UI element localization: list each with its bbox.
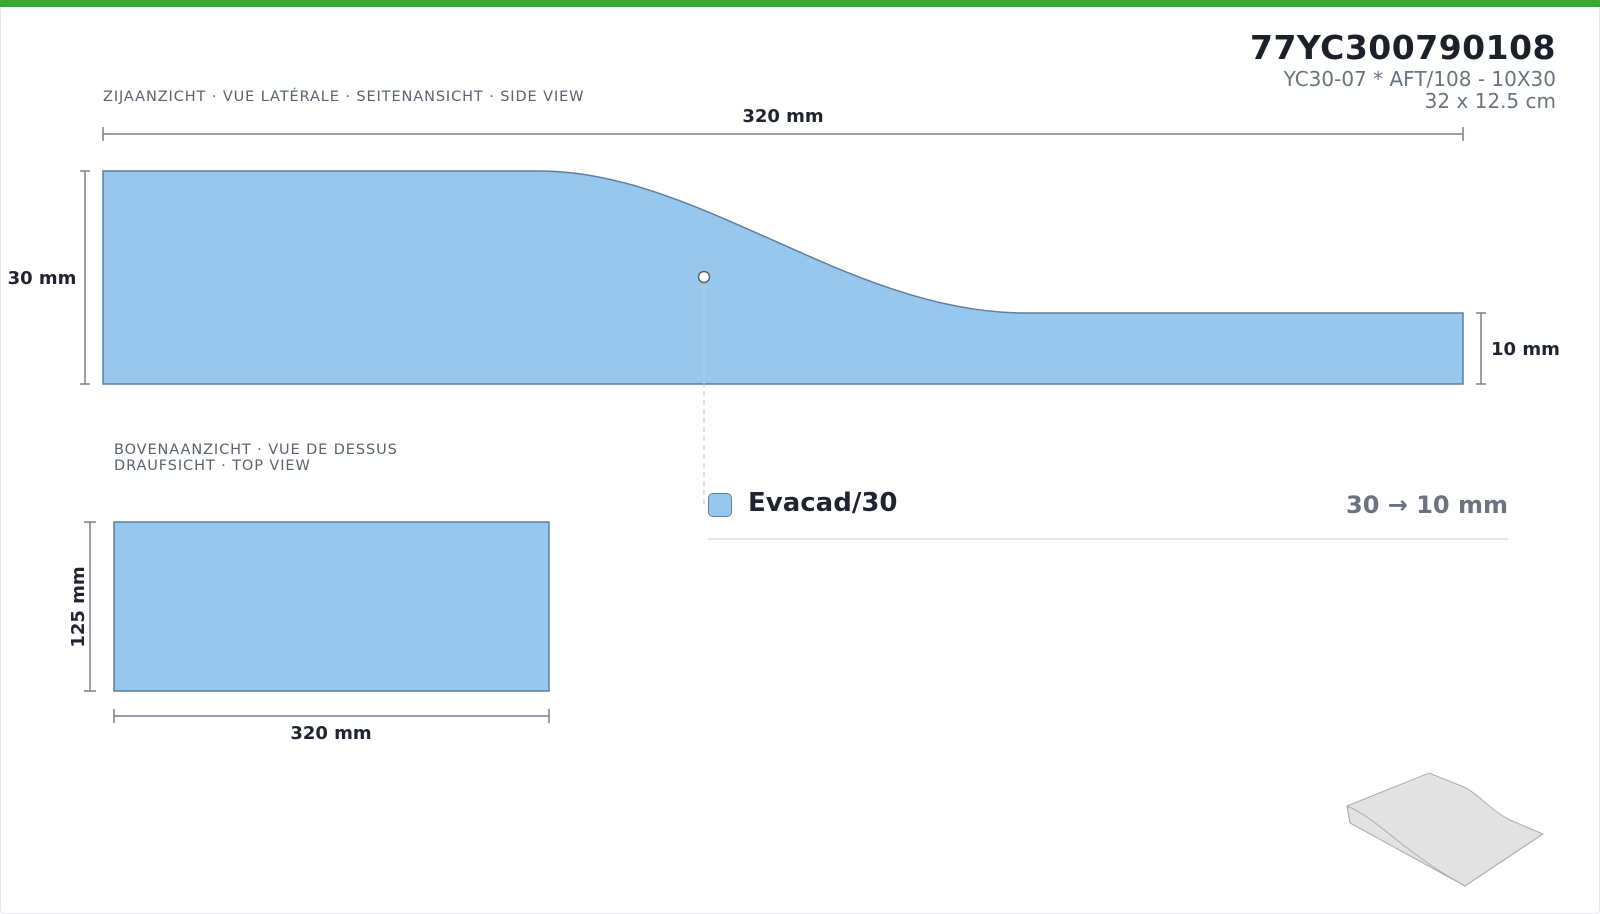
- material-legend: Evacad/30 30 → 10 mm: [708, 484, 1508, 540]
- technical-drawing: 320 mm 30 mm 10 mm 125 mm 320 mm: [8, 106, 1560, 887]
- side-left-height-dimension: [80, 170, 90, 385]
- callout-marker: [697, 270, 711, 284]
- side-view-profile: [102, 170, 1464, 385]
- isometric-preview: [1346, 772, 1545, 887]
- side-length-dimension: [102, 127, 1464, 141]
- top-view-rectangle: [113, 521, 550, 692]
- top-length-dimension: [113, 709, 550, 723]
- material-swatch: [708, 493, 732, 517]
- top-width-label: 125 mm: [68, 566, 89, 647]
- side-left-height-label: 30 mm: [8, 268, 77, 289]
- top-length-label: 320 mm: [290, 723, 371, 744]
- material-name: Evacad/30: [748, 488, 898, 518]
- side-right-height-dimension: [1476, 312, 1486, 385]
- side-length-label: 320 mm: [742, 106, 823, 127]
- thickness-range: 30 → 10 mm: [1346, 491, 1508, 519]
- side-right-height-label: 10 mm: [1491, 339, 1560, 360]
